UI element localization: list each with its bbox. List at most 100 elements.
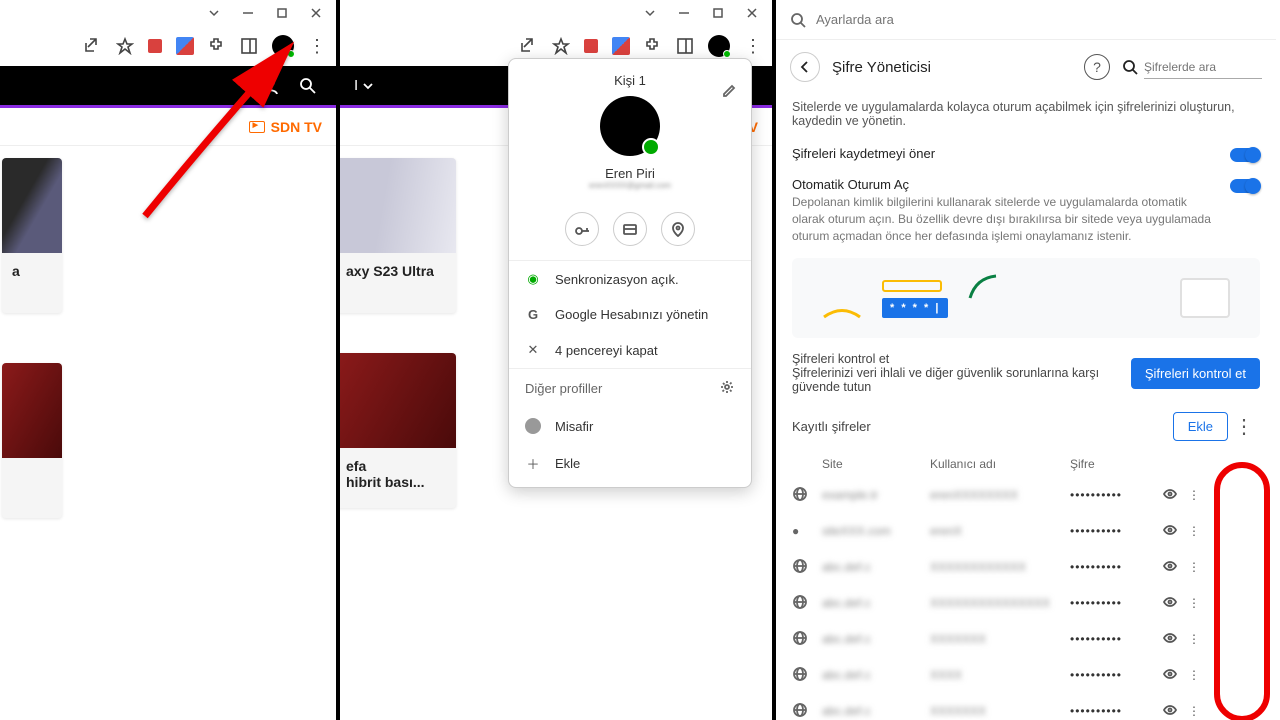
password-row[interactable]: abc.def.c XXXXXXXXXXXX •••••••••• ⋮ xyxy=(792,549,1260,585)
window-controls xyxy=(0,0,336,26)
setting-auto-signin: Otomatik Oturum AçDepolanan kimlik bilgi… xyxy=(792,177,1260,244)
article-card[interactable]: efahibrit bası... xyxy=(340,353,456,508)
add-password-button[interactable]: Ekle xyxy=(1173,412,1228,441)
back-button[interactable] xyxy=(790,52,820,82)
thumbnail xyxy=(2,158,62,253)
password-row[interactable]: abc.def.c XXXXXXXXXXXXXXX •••••••••• ⋮ xyxy=(792,585,1260,621)
row-menu-icon[interactable]: ⋮ xyxy=(1188,488,1200,502)
password-cell: •••••••••• xyxy=(1070,668,1162,682)
kebab-menu-icon[interactable]: ⋮ xyxy=(744,37,762,55)
row-menu-icon[interactable]: ⋮ xyxy=(1188,668,1200,682)
globe-icon xyxy=(792,630,822,649)
bookmark-star-icon[interactable] xyxy=(552,37,570,55)
other-profiles-header: Diğer profiller xyxy=(509,368,751,408)
user-cell: XXXX xyxy=(930,668,1070,682)
maximize-icon[interactable] xyxy=(276,7,288,19)
toggle-save-passwords[interactable] xyxy=(1230,148,1260,162)
edit-icon[interactable] xyxy=(721,81,737,100)
password-cell: •••••••••• xyxy=(1070,596,1162,610)
thumbnail xyxy=(2,363,62,458)
page-header: Şifre Yöneticisi ? xyxy=(776,40,1276,94)
row-menu-icon[interactable]: ⋮ xyxy=(1188,704,1200,718)
thumbnail xyxy=(340,158,456,253)
add-profile[interactable]: ＋Ekle xyxy=(509,444,751,487)
search-icon xyxy=(1122,59,1138,75)
article-card[interactable]: axy S23 Ultra xyxy=(340,158,456,313)
row-menu-icon[interactable]: ⋮ xyxy=(1188,560,1200,574)
globe-icon: ● xyxy=(792,524,822,538)
close-icon: ✕ xyxy=(525,342,541,358)
show-password-icon[interactable] xyxy=(1162,558,1188,577)
sync-status[interactable]: ◉Senkronizasyon açık. xyxy=(509,261,751,297)
more-menu-icon[interactable]: ⋮ xyxy=(1228,417,1260,437)
share-icon[interactable] xyxy=(84,37,102,55)
tab-dropdown-icon[interactable] xyxy=(644,7,656,19)
sync-icon: ◉ xyxy=(525,271,541,287)
toggle-auto-signin[interactable] xyxy=(1230,179,1260,193)
profile-name: Eren Piri xyxy=(509,166,751,181)
window-controls xyxy=(340,0,772,26)
password-row[interactable]: abc.def.c XXXXXXX •••••••••• ⋮ xyxy=(792,621,1260,657)
nav-dropdown[interactable]: I xyxy=(340,77,374,94)
extension-red-icon[interactable] xyxy=(584,39,598,53)
gear-icon[interactable] xyxy=(719,379,735,398)
row-menu-icon[interactable]: ⋮ xyxy=(1188,524,1200,538)
saved-passwords-label: Kayıtlı şifreler xyxy=(792,419,1173,434)
show-password-icon[interactable] xyxy=(1162,666,1188,685)
article-card[interactable]: a xyxy=(2,158,62,313)
plus-icon: ＋ xyxy=(525,454,541,473)
globe-icon xyxy=(792,702,822,720)
show-password-icon[interactable] xyxy=(1162,702,1188,720)
avatar-large xyxy=(600,96,660,156)
profile-avatar[interactable] xyxy=(708,35,730,57)
site-cell: example.tr xyxy=(822,488,930,502)
row-menu-icon[interactable]: ⋮ xyxy=(1188,632,1200,646)
globe-icon xyxy=(792,666,822,685)
password-cell: •••••••••• xyxy=(1070,704,1162,718)
show-password-icon[interactable] xyxy=(1162,486,1188,505)
manage-account[interactable]: GGoogle Hesabınızı yönetin xyxy=(509,297,751,332)
row-menu-icon[interactable]: ⋮ xyxy=(1188,596,1200,610)
globe-icon xyxy=(792,558,822,577)
annotation-arrow xyxy=(130,36,310,231)
password-row[interactable]: ● siteXXX.com erenX •••••••••• ⋮ xyxy=(792,513,1260,549)
password-cell: •••••••••• xyxy=(1070,560,1162,574)
location-icon[interactable] xyxy=(661,212,695,246)
check-passwords-button[interactable]: Şifreleri kontrol et xyxy=(1131,358,1260,389)
share-icon[interactable] xyxy=(520,37,538,55)
guest-profile[interactable]: Misafir xyxy=(509,408,751,444)
profile-title: Kişi 1 xyxy=(509,73,751,88)
illustration: * * * * | xyxy=(792,258,1260,338)
key-icon[interactable] xyxy=(565,212,599,246)
password-row[interactable]: abc.def.c XXXXXXX •••••••••• ⋮ xyxy=(792,693,1260,720)
show-password-icon[interactable] xyxy=(1162,522,1188,541)
extensions-puzzle-icon[interactable] xyxy=(644,37,662,55)
kebab-menu-icon[interactable]: ⋮ xyxy=(308,37,326,55)
password-row[interactable]: example.tr erenXXXXXXXX •••••••••• ⋮ xyxy=(792,477,1260,513)
guest-icon xyxy=(525,418,541,434)
sidepanel-icon[interactable] xyxy=(676,37,694,55)
google-translate-icon[interactable] xyxy=(612,37,630,55)
site-cell: abc.def.c xyxy=(822,668,930,682)
password-filter-input[interactable] xyxy=(1144,56,1262,79)
close-windows[interactable]: ✕4 pencereyi kapat xyxy=(509,332,751,368)
site-cell: abc.def.c xyxy=(822,560,930,574)
tab-dropdown-icon[interactable] xyxy=(208,7,220,19)
article-card[interactable] xyxy=(2,363,62,518)
check-passwords-row: Şifreleri kontrol etŞifrelerinizi veri i… xyxy=(792,352,1260,394)
site-cell: abc.def.c xyxy=(822,596,930,610)
minimize-icon[interactable] xyxy=(242,7,254,19)
card-title: a xyxy=(2,253,62,313)
close-icon[interactable] xyxy=(310,7,322,19)
password-row[interactable]: abc.def.c XXXX •••••••••• ⋮ xyxy=(792,657,1260,693)
profile-popup: Kişi 1 Eren Piri erenXXXX@gmail.com ◉Sen… xyxy=(508,58,752,488)
help-icon[interactable]: ? xyxy=(1084,54,1110,80)
card-icon[interactable] xyxy=(613,212,647,246)
close-icon[interactable] xyxy=(746,7,758,19)
settings-search-input[interactable] xyxy=(816,12,1016,27)
minimize-icon[interactable] xyxy=(678,7,690,19)
show-password-icon[interactable] xyxy=(1162,594,1188,613)
user-cell: XXXXXXX xyxy=(930,632,1070,646)
show-password-icon[interactable] xyxy=(1162,630,1188,649)
maximize-icon[interactable] xyxy=(712,7,724,19)
